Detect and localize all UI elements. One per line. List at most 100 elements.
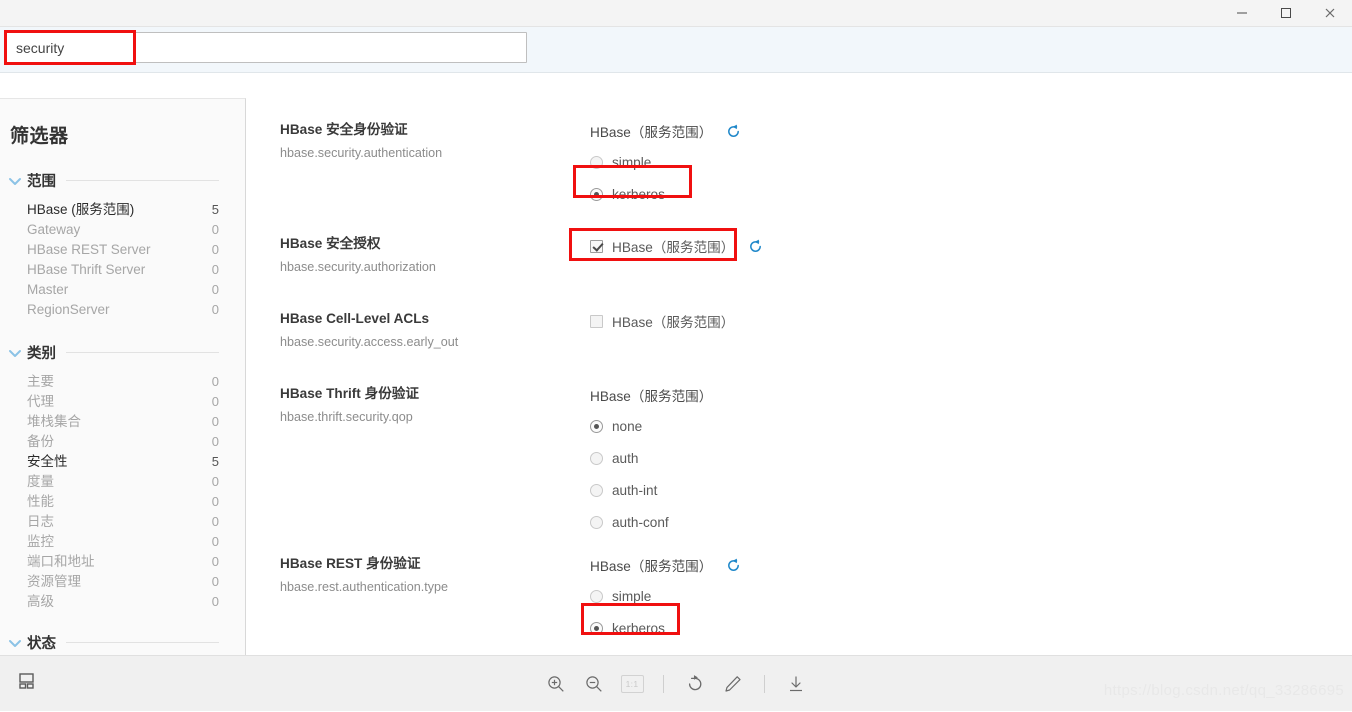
divider	[66, 180, 219, 181]
radio-indicator	[590, 155, 603, 169]
filter-item-performance[interactable]: 性能 0	[27, 492, 219, 512]
filter-item-hbase-rest-server[interactable]: HBase REST Server 0	[27, 240, 219, 260]
filter-group-status: 状态	[0, 632, 245, 653]
radio-option-none[interactable]: none	[590, 415, 1010, 437]
settings-panel: HBase 安全身份验证 hbase.security.authenticati…	[246, 74, 1352, 655]
filter-group-scope-title: 范围	[27, 174, 56, 190]
reset-button[interactable]	[748, 239, 763, 254]
divider	[663, 675, 664, 693]
filter-item-resource-management[interactable]: 资源管理 0	[27, 572, 219, 592]
edit-button[interactable]	[720, 671, 746, 697]
close-icon	[1325, 8, 1335, 18]
filter-item-count: 0	[211, 262, 219, 277]
filter-item-label: 主要	[27, 374, 54, 389]
checkbox-indicator	[590, 314, 603, 328]
filter-item-label: 备份	[27, 434, 54, 449]
filter-item-label: Gateway	[27, 222, 81, 237]
filter-item-count: 0	[211, 554, 219, 569]
filter-item-label: 安全性	[27, 454, 68, 469]
radio-indicator	[590, 483, 603, 497]
radio-option-simple[interactable]: simple	[590, 585, 1010, 607]
filter-group-scope: 范围 HBase (服务范围) 5 Gateway 0 HBase REST S…	[0, 170, 245, 320]
checkbox-option-hbase-scope[interactable]: HBase（服务范围）	[590, 310, 1010, 332]
filter-item-label: 端口和地址	[27, 554, 95, 569]
filter-group-category-title: 类别	[27, 346, 56, 362]
checkbox-option-hbase-scope[interactable]: HBase（服务范围）	[590, 235, 1010, 257]
filter-item-master[interactable]: Master 0	[27, 280, 219, 300]
reset-button[interactable]	[726, 124, 741, 139]
search-input[interactable]	[6, 32, 527, 63]
zoom-in-button[interactable]	[543, 671, 569, 697]
setting-label-block: HBase 安全身份验证 hbase.security.authenticati…	[280, 121, 570, 161]
radio-option-auth[interactable]: auth	[590, 447, 1010, 469]
setting-scope-line: HBase（服务范围）	[590, 385, 1010, 405]
maximize-icon	[1281, 8, 1291, 18]
filter-item-hbase-thrift-server[interactable]: HBase Thrift Server 0	[27, 260, 219, 280]
filter-item-count: 0	[211, 594, 219, 609]
filter-item-count: 0	[211, 434, 219, 449]
reset-button[interactable]	[726, 558, 741, 573]
filter-item-stacks-collection[interactable]: 堆栈集合 0	[27, 412, 219, 432]
filter-item-count: 0	[211, 222, 219, 237]
radio-option-auth-int[interactable]: auth-int	[590, 479, 1010, 501]
filter-group-status-title: 状态	[27, 636, 56, 652]
setting-display-name: HBase Thrift 身份验证	[280, 386, 419, 401]
chevron-down-icon	[9, 349, 21, 357]
filter-item-count: 0	[211, 514, 219, 529]
setting-label-block: HBase 安全授权 hbase.security.authorization	[280, 235, 570, 275]
filter-item-ports-and-addresses[interactable]: 端口和地址 0	[27, 552, 219, 572]
radio-indicator	[590, 187, 603, 201]
filter-group-status-header[interactable]: 状态	[0, 632, 245, 653]
reset-icon	[728, 558, 740, 571]
setting-scope-line: HBase（服务范围）	[590, 555, 1010, 575]
rotate-button[interactable]	[682, 671, 708, 697]
filter-group-scope-header[interactable]: 范围	[0, 170, 245, 191]
radio-option-kerberos[interactable]: kerberos	[590, 617, 1010, 639]
radio-label: simple	[612, 588, 652, 604]
zoom-out-button[interactable]	[581, 671, 607, 697]
setting-label-block: HBase Thrift 身份验证 hbase.thrift.security.…	[280, 385, 570, 425]
filter-item-metrics[interactable]: 度量 0	[27, 472, 219, 492]
filter-item-advanced[interactable]: 高级 0	[27, 592, 219, 612]
setting-property-key: hbase.security.authorization	[280, 260, 436, 274]
checkbox-label: HBase（服务范围）	[612, 240, 735, 255]
minimize-button[interactable]	[1220, 0, 1264, 26]
filter-group-scope-list: HBase (服务范围) 5 Gateway 0 HBase REST Serv…	[0, 200, 245, 320]
reset-icon	[728, 124, 740, 137]
filter-item-count: 0	[211, 282, 219, 297]
radio-option-auth-conf[interactable]: auth-conf	[590, 511, 1010, 533]
setting-scope-label: HBase（服务范围）	[590, 389, 713, 404]
filter-item-count: 5	[211, 202, 219, 217]
radio-option-kerberos[interactable]: kerberos	[590, 183, 1010, 205]
filter-item-count: 0	[211, 474, 219, 489]
radio-option-simple[interactable]: simple	[590, 151, 1010, 173]
filter-item-count: 0	[211, 414, 219, 429]
setting-display-name: HBase 安全身份验证	[280, 122, 408, 137]
filter-item-label: 度量	[27, 474, 54, 489]
download-button[interactable]	[783, 671, 809, 697]
radio-label: auth	[612, 450, 639, 466]
filter-group-category-header[interactable]: 类别	[0, 342, 245, 363]
close-button[interactable]	[1308, 0, 1352, 26]
filter-item-proxy[interactable]: 代理 0	[27, 392, 219, 412]
actual-size-button[interactable]: 1:1	[619, 671, 645, 697]
checkbox-label: HBase（服务范围）	[612, 315, 735, 330]
radio-label: kerberos	[612, 620, 665, 636]
filter-item-label: 日志	[27, 514, 54, 529]
setting-label-block: HBase REST 身份验证 hbase.rest.authenticatio…	[280, 555, 570, 595]
filter-item-logs[interactable]: 日志 0	[27, 512, 219, 532]
filter-item-label: 监控	[27, 534, 54, 549]
maximize-button[interactable]	[1264, 0, 1308, 26]
divider	[66, 642, 219, 643]
filter-item-main[interactable]: 主要 0	[27, 372, 219, 392]
filter-item-regionserver[interactable]: RegionServer 0	[27, 300, 219, 320]
filter-item-gateway[interactable]: Gateway 0	[27, 220, 219, 240]
filter-item-backup[interactable]: 备份 0	[27, 432, 219, 452]
chevron-down-icon	[9, 177, 21, 185]
filter-item-monitoring[interactable]: 监控 0	[27, 532, 219, 552]
filter-item-count: 0	[211, 394, 219, 409]
filter-item-security[interactable]: 安全性 5	[27, 452, 219, 472]
download-icon	[790, 676, 802, 692]
filter-item-hbase-service[interactable]: HBase (服务范围) 5	[27, 200, 219, 220]
filter-item-label: RegionServer	[27, 302, 110, 317]
